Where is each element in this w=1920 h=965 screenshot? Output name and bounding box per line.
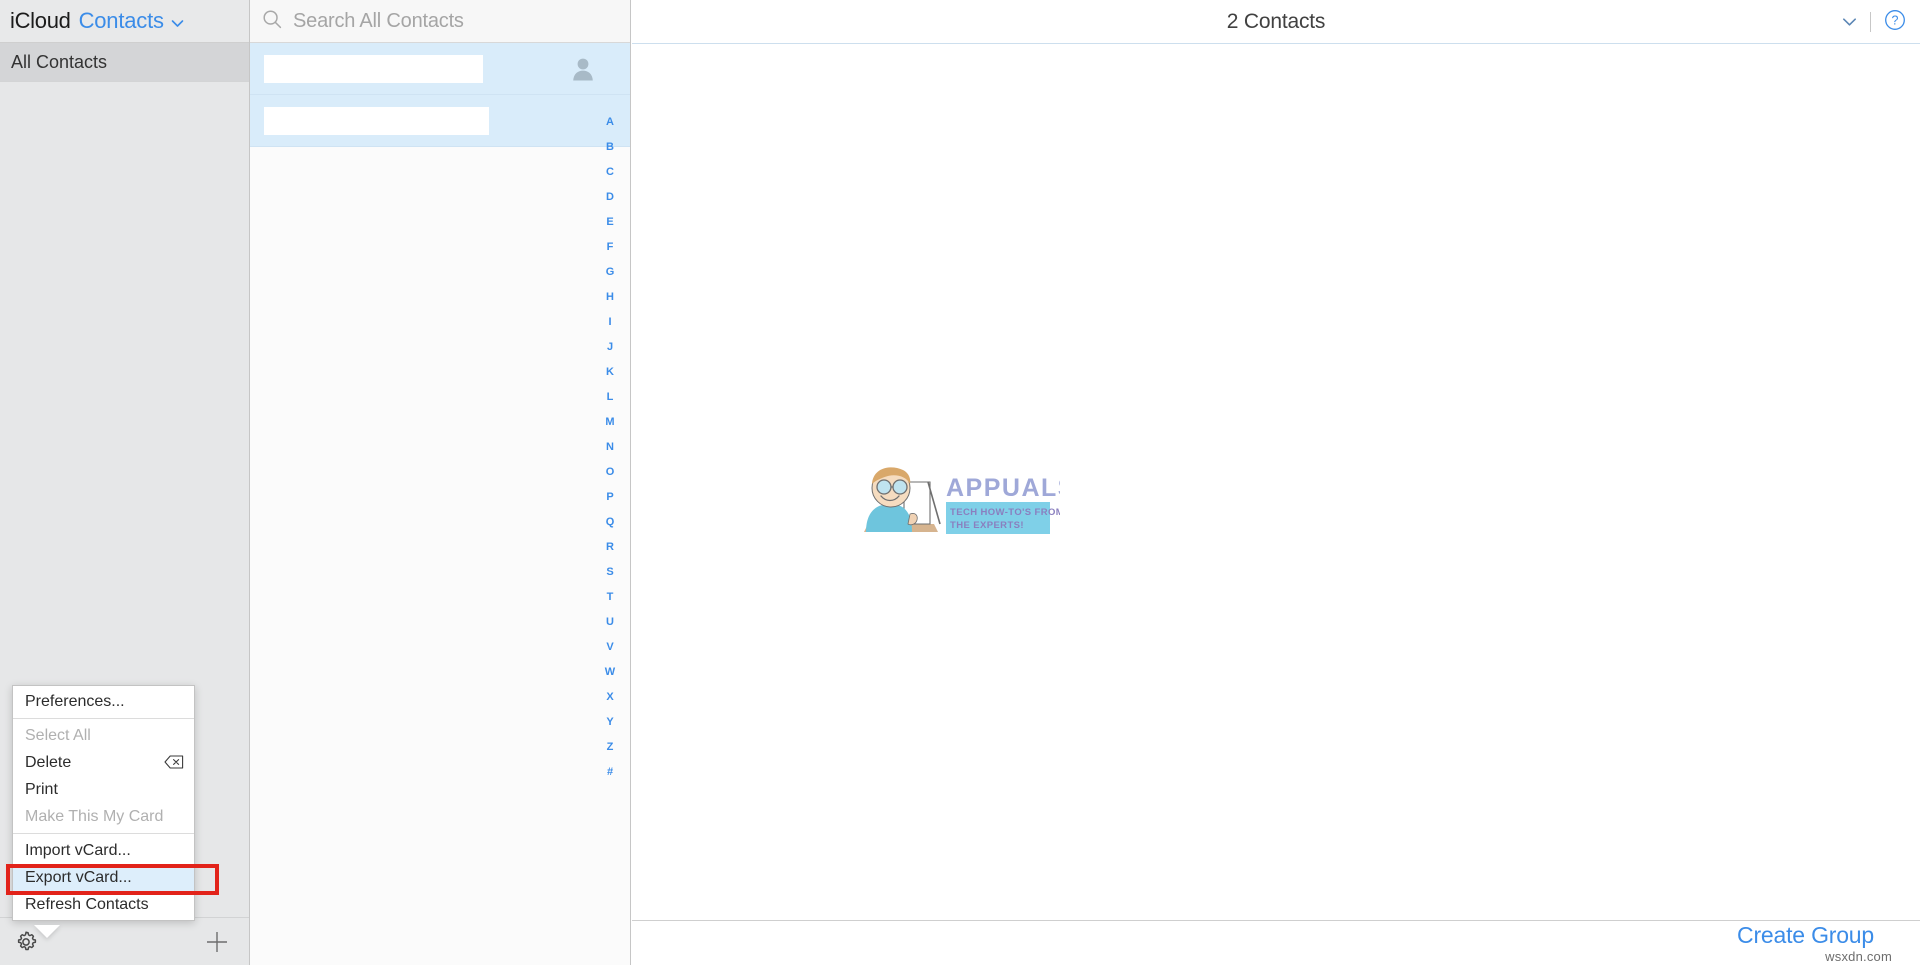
brand-section-label[interactable]: Contacts <box>79 8 164 34</box>
detail-header-actions: ? <box>1842 0 1906 44</box>
menu-item-delete[interactable]: Delete <box>13 749 194 776</box>
menu-item-label: Preferences... <box>25 692 125 710</box>
alpha-index-letter[interactable]: F <box>590 235 630 260</box>
chevron-down-icon[interactable] <box>1842 15 1857 30</box>
menu-item-label: Select All <box>25 726 91 744</box>
alpha-index-letter[interactable]: # <box>590 760 630 785</box>
icloud-contacts-app: iCloud Contacts All Contacts Preferences… <box>0 0 1920 965</box>
alpha-index-letter[interactable]: P <box>590 485 630 510</box>
menu-item-label: Delete <box>25 753 72 771</box>
svg-text:TECH HOW-TO'S FROM: TECH HOW-TO'S FROM <box>950 507 1060 518</box>
appuals-watermark-logo: APPUALS TECH HOW-TO'S FROM THE EXPERTS! <box>860 462 1074 542</box>
contact-list-item[interactable] <box>250 95 630 147</box>
brand-bar: iCloud Contacts <box>0 0 249 43</box>
question-mark-icon[interactable]: ? <box>1884 9 1906 36</box>
menu-item-label: Make This My Card <box>25 807 164 825</box>
create-group-button[interactable]: Create Group <box>1737 922 1874 949</box>
contact-name-redacted <box>264 55 483 83</box>
page-title: 2 Contacts <box>1226 9 1326 33</box>
alpha-index-letter[interactable]: H <box>590 285 630 310</box>
menu-item-import-vcard[interactable]: Import vCard... <box>13 837 194 864</box>
menu-item-label: Refresh Contacts <box>25 895 149 913</box>
sidebar: iCloud Contacts All Contacts Preferences… <box>0 0 250 965</box>
detail-header: 2 Contacts ? <box>632 0 1920 44</box>
contact-list-column: A B C D E F G H I J K L M N O P Q R S T … <box>250 0 631 965</box>
alpha-index-letter[interactable]: W <box>590 660 630 685</box>
menu-item-label: Import vCard... <box>25 841 131 859</box>
menu-item-label: Export vCard... <box>25 868 132 886</box>
detail-body: APPUALS TECH HOW-TO'S FROM THE EXPERTS! <box>632 44 1920 919</box>
menu-item-print[interactable]: Print <box>13 776 194 803</box>
plus-icon[interactable] <box>201 926 233 958</box>
alpha-index-letter[interactable]: U <box>590 610 630 635</box>
search-bar[interactable] <box>250 0 630 43</box>
sidebar-item-all-contacts[interactable]: All Contacts <box>0 43 249 82</box>
contact-list-item[interactable] <box>250 43 630 95</box>
alpha-index-letter[interactable]: E <box>590 210 630 235</box>
detail-footer: Create Group wsxdn.com <box>632 920 1920 965</box>
alphabet-index: A B C D E F G H I J K L M N O P Q R S T … <box>590 110 630 785</box>
detail-column: 2 Contacts ? APPUAL TECH HOW-TO'S FROM T… <box>632 0 1920 965</box>
chevron-down-icon[interactable] <box>171 17 184 30</box>
menu-item-refresh-contacts[interactable]: Refresh Contacts <box>13 891 194 918</box>
alpha-index-letter[interactable]: V <box>590 635 630 660</box>
svg-text:APPUALS: APPUALS <box>946 474 1060 502</box>
alpha-index-letter[interactable]: S <box>590 560 630 585</box>
group-list: All Contacts <box>0 43 249 82</box>
menu-item-label: Print <box>25 780 58 798</box>
alpha-index-letter[interactable]: O <box>590 460 630 485</box>
settings-popup-menu: Preferences... Select All Delete Print M… <box>12 685 195 921</box>
alpha-index-letter[interactable]: Y <box>590 710 630 735</box>
alpha-index-letter[interactable]: G <box>590 260 630 285</box>
header-divider <box>1870 12 1871 32</box>
alpha-index-letter[interactable]: Q <box>590 510 630 535</box>
menu-item-preferences[interactable]: Preferences... <box>13 688 194 715</box>
search-icon <box>262 9 282 34</box>
search-input[interactable] <box>291 8 591 34</box>
svg-text:THE EXPERTS!: THE EXPERTS! <box>950 520 1024 531</box>
brand-icloud-label: iCloud <box>10 8 71 33</box>
alpha-index-letter[interactable]: K <box>590 360 630 385</box>
sidebar-item-label: All Contacts <box>11 51 108 72</box>
person-icon <box>572 57 594 81</box>
popup-menu-tail <box>34 925 60 938</box>
alpha-index-letter[interactable]: Z <box>590 735 630 760</box>
alpha-index-letter[interactable]: M <box>590 410 630 435</box>
svg-text:?: ? <box>1892 13 1899 27</box>
alpha-index-letter[interactable]: D <box>590 185 630 210</box>
delete-key-icon <box>164 754 184 771</box>
menu-item-export-vcard[interactable]: Export vCard... <box>13 864 194 891</box>
alpha-index-letter[interactable]: N <box>590 435 630 460</box>
alpha-index-letter[interactable]: C <box>590 160 630 185</box>
menu-separator <box>13 833 194 834</box>
alpha-index-letter[interactable]: R <box>590 535 630 560</box>
alpha-index-letter[interactable]: I <box>590 310 630 335</box>
alpha-index-letter[interactable]: A <box>590 110 630 135</box>
site-watermark: wsxdn.com <box>1825 949 1892 964</box>
alpha-index-letter[interactable]: B <box>590 135 630 160</box>
menu-item-select-all[interactable]: Select All <box>13 722 194 749</box>
menu-item-make-this-my-card[interactable]: Make This My Card <box>13 803 194 830</box>
alpha-index-letter[interactable]: L <box>590 385 630 410</box>
contact-name-redacted <box>264 107 489 135</box>
alpha-index-letter[interactable]: X <box>590 685 630 710</box>
alpha-index-letter[interactable]: T <box>590 585 630 610</box>
menu-separator <box>13 718 194 719</box>
alpha-index-letter[interactable]: J <box>590 335 630 360</box>
